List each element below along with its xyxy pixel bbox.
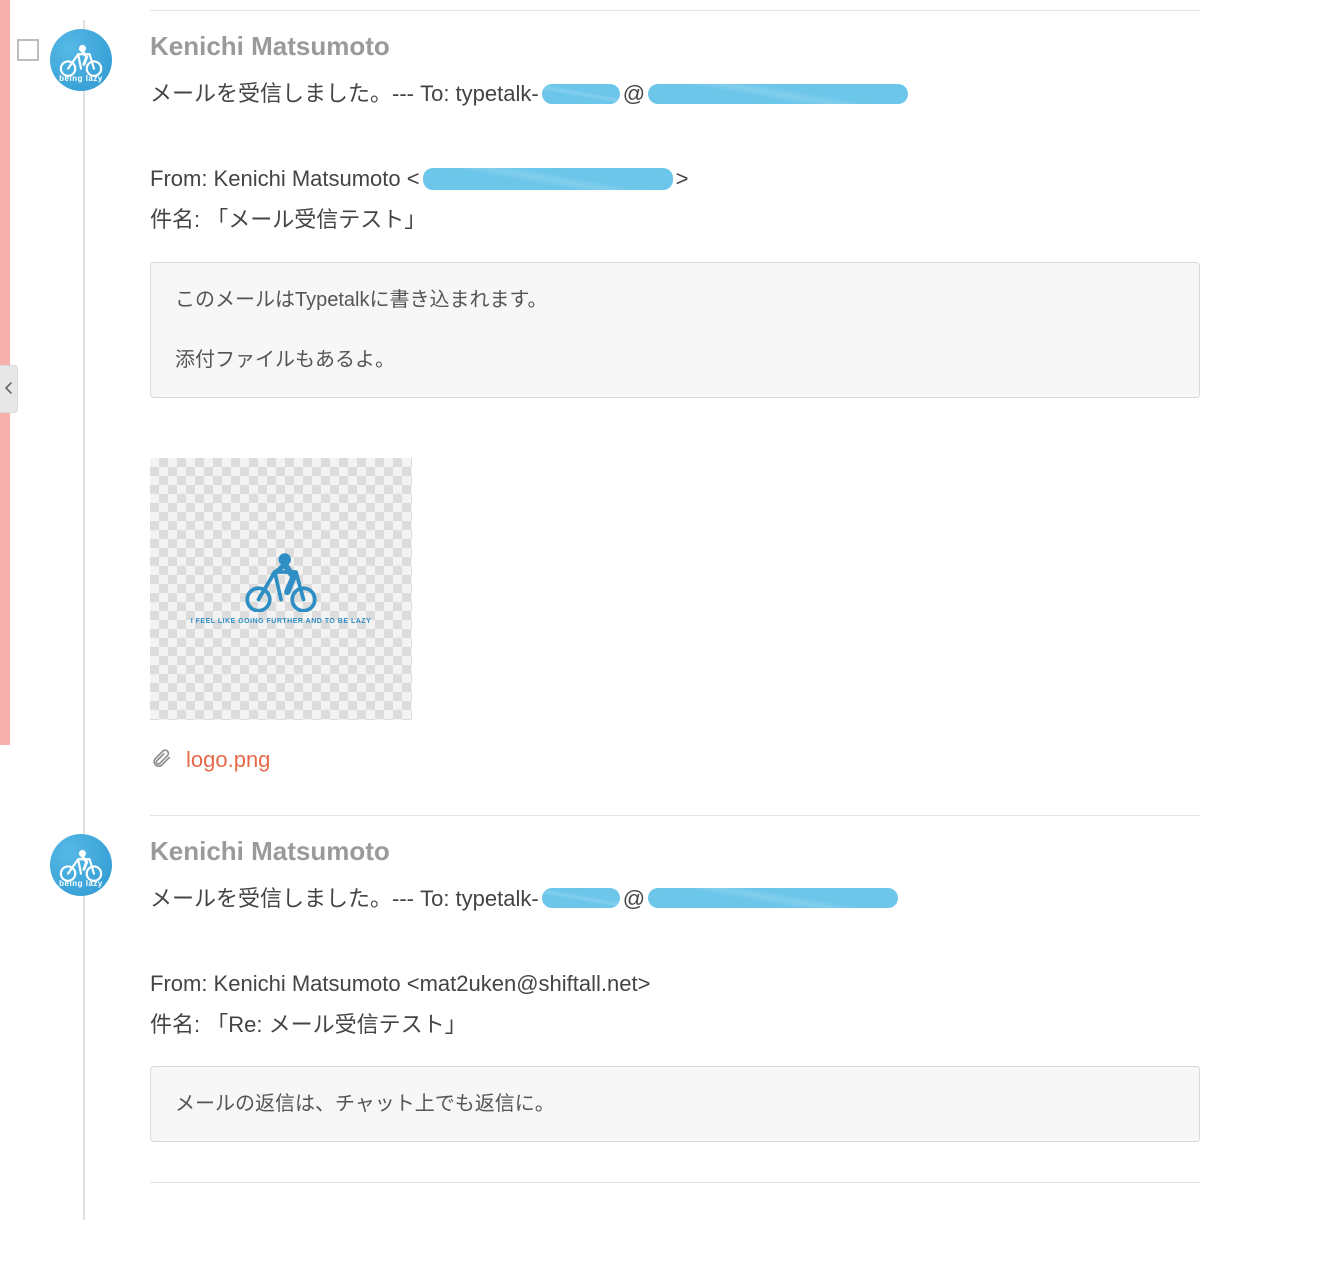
message-list: being lazy Kenichi Matsumoto メールを受信しました。…	[0, 0, 1320, 1223]
redaction	[423, 168, 673, 190]
received-prefix: メールを受信しました。--- To: typetalk-	[150, 881, 539, 916]
chevron-left-icon	[5, 381, 13, 397]
from-suffix: >	[676, 161, 689, 196]
message-author[interactable]: Kenichi Matsumoto	[150, 836, 1200, 867]
bicycle-icon	[241, 552, 321, 612]
attachment-thumbnail[interactable]: I FEEL LIKE GOING FURTHER AND TO BE LAZY	[150, 458, 412, 720]
quote-box: メールの返信は、チャット上でも返信に。	[150, 1066, 1200, 1142]
subject-value: 「メール受信テスト」	[206, 202, 426, 237]
redaction	[648, 84, 908, 104]
at-symbol: @	[623, 76, 645, 111]
redaction	[648, 888, 898, 908]
quote-line: このメールはTypetalkに書き込まれます。	[175, 281, 1175, 319]
avatar[interactable]: being lazy	[50, 834, 112, 896]
redaction	[542, 84, 620, 104]
avatar[interactable]: being lazy	[50, 29, 112, 91]
message-item: being lazy Kenichi Matsumoto メールを受信しました。…	[150, 815, 1200, 1224]
quote-line: 添付ファイルもあるよ。	[175, 341, 1175, 379]
message-divider	[150, 1182, 1200, 1183]
from-full: From: Kenichi Matsumoto <mat2uken@shifta…	[150, 966, 650, 1001]
subject-label: 件名:	[150, 1007, 200, 1042]
message-author[interactable]: Kenichi Matsumoto	[150, 31, 1200, 62]
paperclip-icon	[150, 746, 172, 775]
received-prefix: メールを受信しました。--- To: typetalk-	[150, 76, 539, 111]
avatar-label: being lazy	[50, 74, 112, 83]
subject-line: 件名: 「Re: メール受信テスト」	[150, 1007, 1200, 1042]
attachment-filename[interactable]: logo.png	[186, 747, 270, 773]
sidebar-collapse-handle[interactable]	[0, 365, 18, 413]
redaction	[542, 888, 620, 908]
from-prefix: From: Kenichi Matsumoto <	[150, 161, 420, 196]
subject-line: 件名: 「メール受信テスト」	[150, 202, 1200, 237]
quote-box: このメールはTypetalkに書き込まれます。 添付ファイルもあるよ。	[150, 262, 1200, 398]
received-line: メールを受信しました。--- To: typetalk- @	[150, 881, 1200, 916]
attachment-row: logo.png	[150, 746, 1200, 775]
avatar-label: being lazy	[50, 879, 112, 888]
received-line: メールを受信しました。--- To: typetalk- @	[150, 76, 1200, 111]
from-line: From: Kenichi Matsumoto < >	[150, 161, 1200, 196]
from-line: From: Kenichi Matsumoto <mat2uken@shifta…	[150, 966, 1200, 1001]
subject-label: 件名:	[150, 202, 200, 237]
at-symbol: @	[623, 881, 645, 916]
message-item: being lazy Kenichi Matsumoto メールを受信しました。…	[150, 10, 1200, 815]
thumbnail-caption: I FEEL LIKE GOING FURTHER AND TO BE LAZY	[191, 618, 372, 625]
quote-line: メールの返信は、チャット上でも返信に。	[175, 1085, 1175, 1123]
subject-value: 「Re: メール受信テスト」	[206, 1007, 466, 1042]
message-select-checkbox[interactable]	[17, 39, 39, 61]
